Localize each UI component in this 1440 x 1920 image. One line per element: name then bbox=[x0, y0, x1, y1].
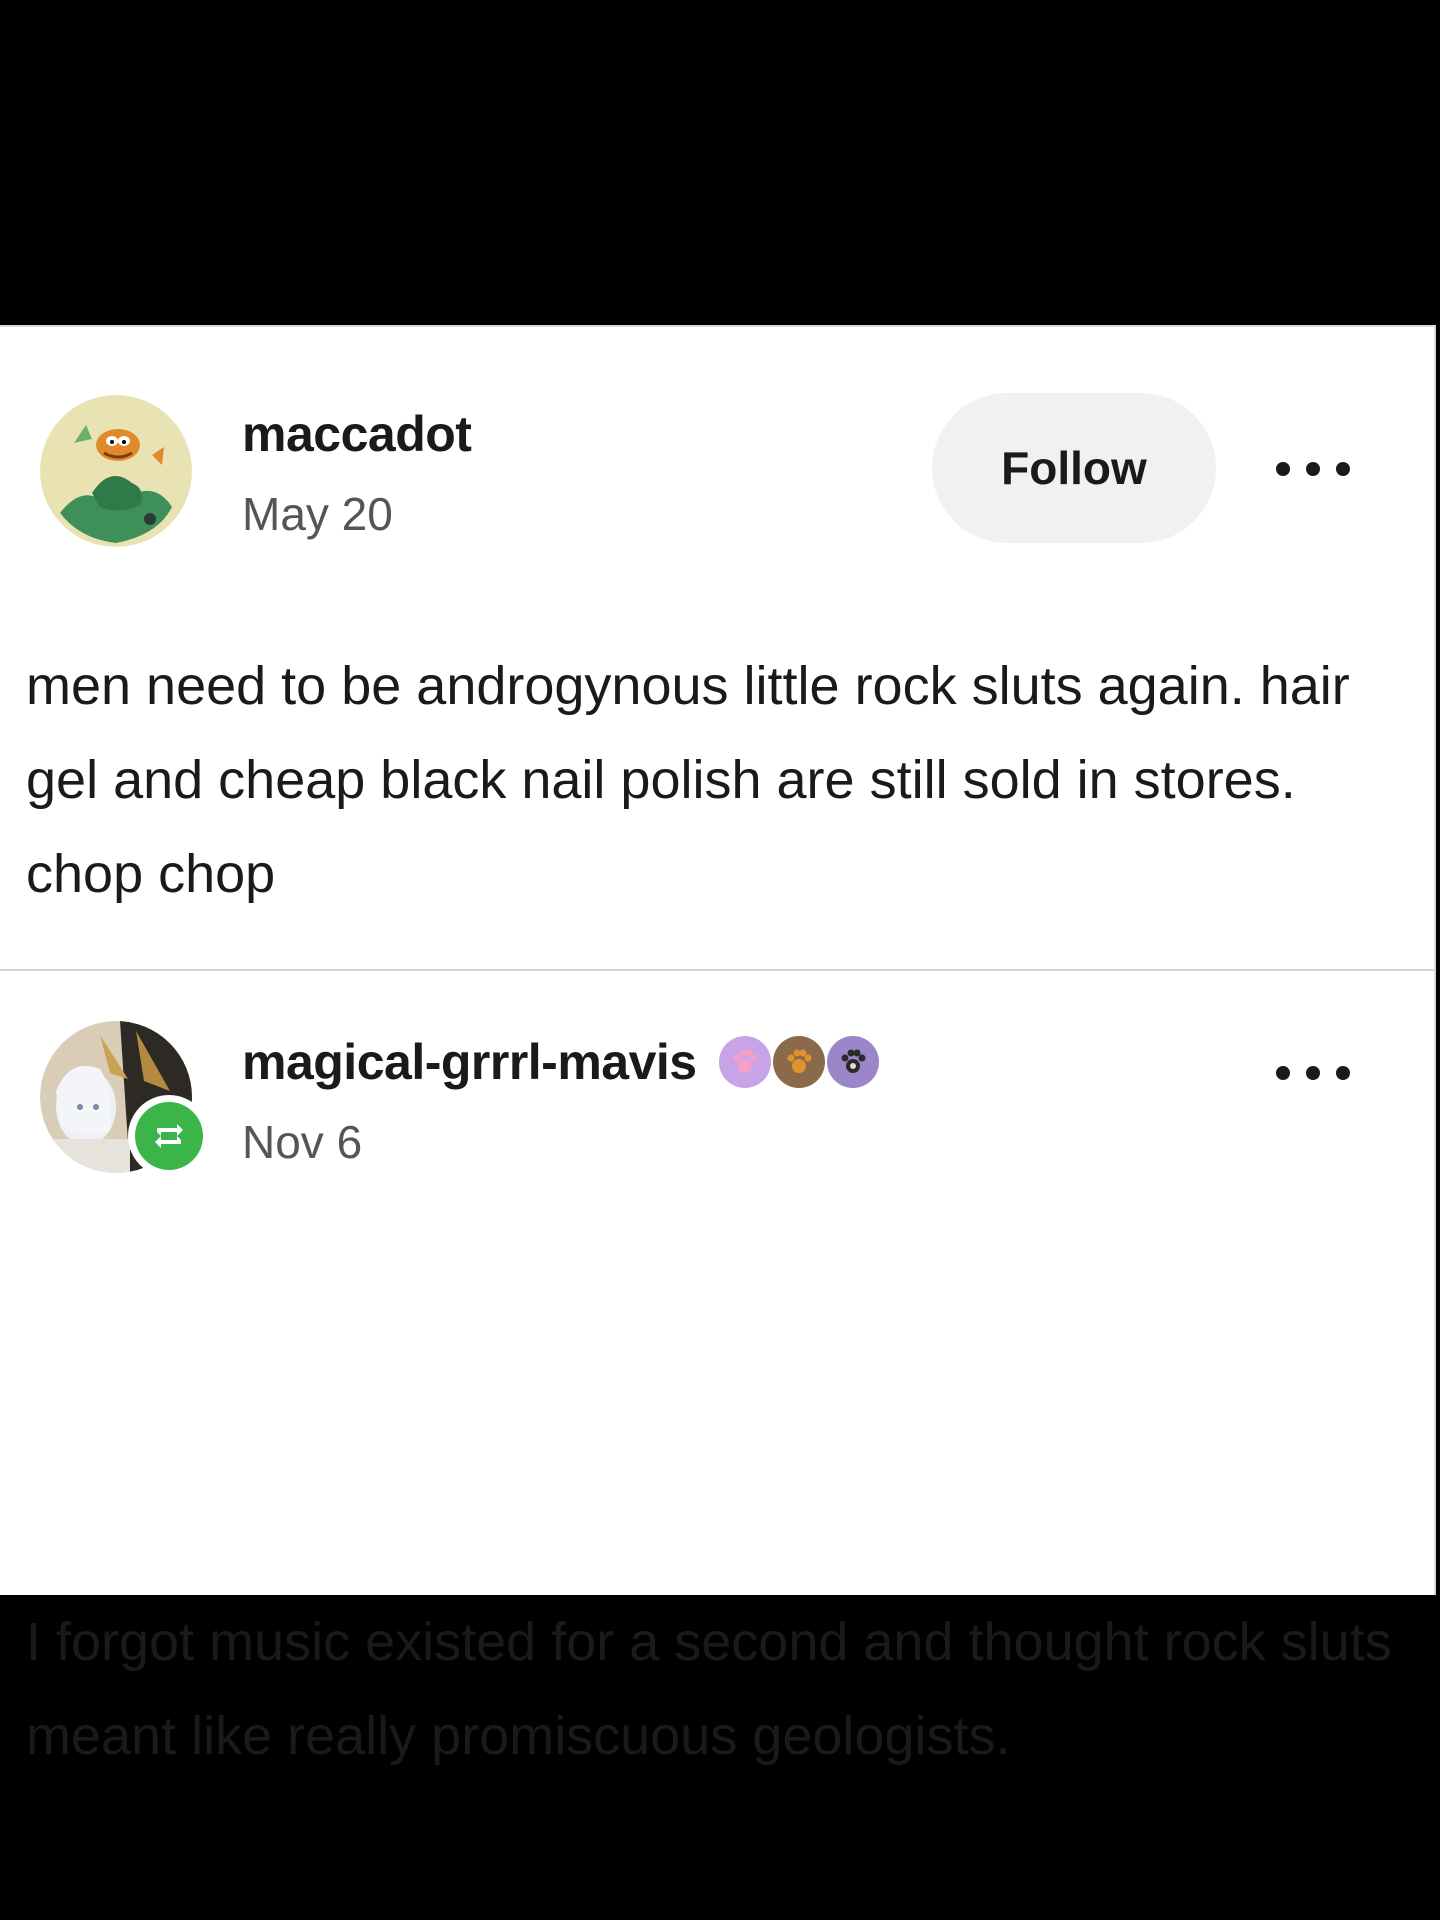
dot bbox=[1306, 1066, 1320, 1080]
post-body: men need to be androgynous little rock s… bbox=[26, 656, 1350, 904]
reblog-icon bbox=[135, 1102, 203, 1170]
dot bbox=[1306, 462, 1320, 476]
post-date[interactable]: Nov 6 bbox=[242, 1115, 362, 1169]
post-feed: maccadot May 20 Follow men need to be an… bbox=[0, 325, 1436, 1766]
avatar[interactable] bbox=[40, 395, 192, 547]
gray-paw-badge-icon[interactable] bbox=[826, 1036, 879, 1088]
brown-paw-badge-icon[interactable] bbox=[772, 1036, 825, 1088]
follow-button[interactable]: Follow bbox=[932, 393, 1216, 543]
dot bbox=[1276, 1066, 1290, 1080]
reblog-badge bbox=[128, 1095, 210, 1177]
dot bbox=[1276, 462, 1290, 476]
pink-paw-badge-icon[interactable] bbox=[718, 1036, 771, 1088]
post-card: magical-grrrl-mavis Nov 6 I forgot music… bbox=[0, 971, 1434, 1766]
more-options-icon[interactable] bbox=[1276, 1061, 1350, 1085]
post-date[interactable]: May 20 bbox=[242, 487, 393, 541]
blog-badges bbox=[718, 1036, 879, 1088]
username[interactable]: magical-grrrl-mavis bbox=[242, 1033, 879, 1091]
post-body: I forgot music existed for a second and … bbox=[26, 1612, 1392, 1766]
more-options-icon[interactable] bbox=[1276, 457, 1350, 481]
username[interactable]: maccadot bbox=[242, 405, 472, 463]
dot bbox=[1336, 1066, 1350, 1080]
username-text[interactable]: magical-grrrl-mavis bbox=[242, 1033, 697, 1091]
post-card: maccadot May 20 Follow men need to be an… bbox=[0, 327, 1434, 969]
dot bbox=[1336, 462, 1350, 476]
